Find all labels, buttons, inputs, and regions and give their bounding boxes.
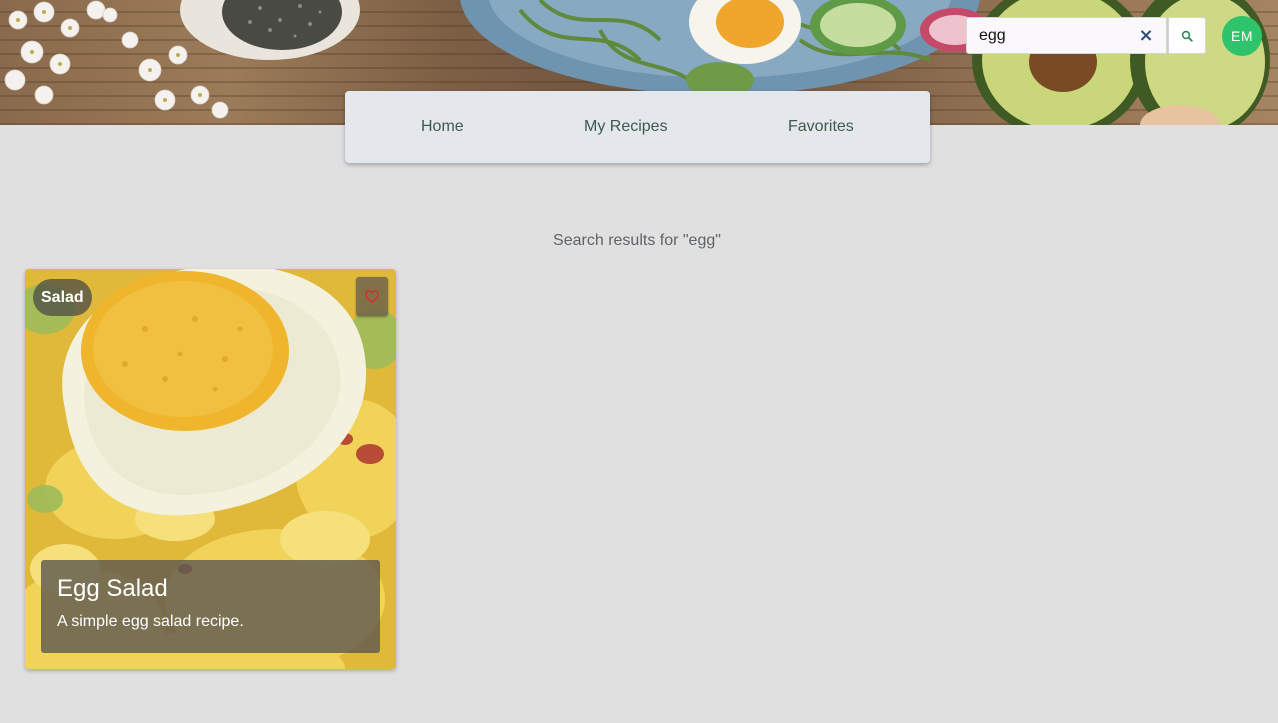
- main-nav: Home My Recipes Favorites: [345, 91, 930, 163]
- recipe-title[interactable]: Egg Salad: [57, 574, 364, 604]
- user-avatar[interactable]: EM: [1222, 16, 1262, 56]
- recipe-description: A simple egg salad recipe.: [57, 613, 244, 630]
- heart-outline-icon: [365, 290, 379, 303]
- search-icon: [1181, 30, 1193, 42]
- search-bar: ×: [966, 17, 1206, 54]
- category-badge: Salad: [33, 279, 92, 316]
- nav-item-favorites[interactable]: Favorites: [788, 118, 854, 136]
- nav-item-home[interactable]: Home: [421, 118, 464, 136]
- recipe-card[interactable]: Salad Egg Salad A simple egg salad recip…: [25, 269, 396, 669]
- search-button[interactable]: [1168, 17, 1206, 54]
- close-icon: ×: [1138, 25, 1154, 46]
- search-results-heading: Search results for "egg": [553, 232, 721, 249]
- clear-search-button[interactable]: ×: [1136, 26, 1156, 46]
- avatar-initials: EM: [1231, 28, 1253, 44]
- favorite-button[interactable]: [356, 277, 388, 316]
- recipe-card-info: Egg Salad A simple egg salad recipe.: [41, 560, 380, 653]
- nav-item-my-recipes[interactable]: My Recipes: [584, 118, 668, 136]
